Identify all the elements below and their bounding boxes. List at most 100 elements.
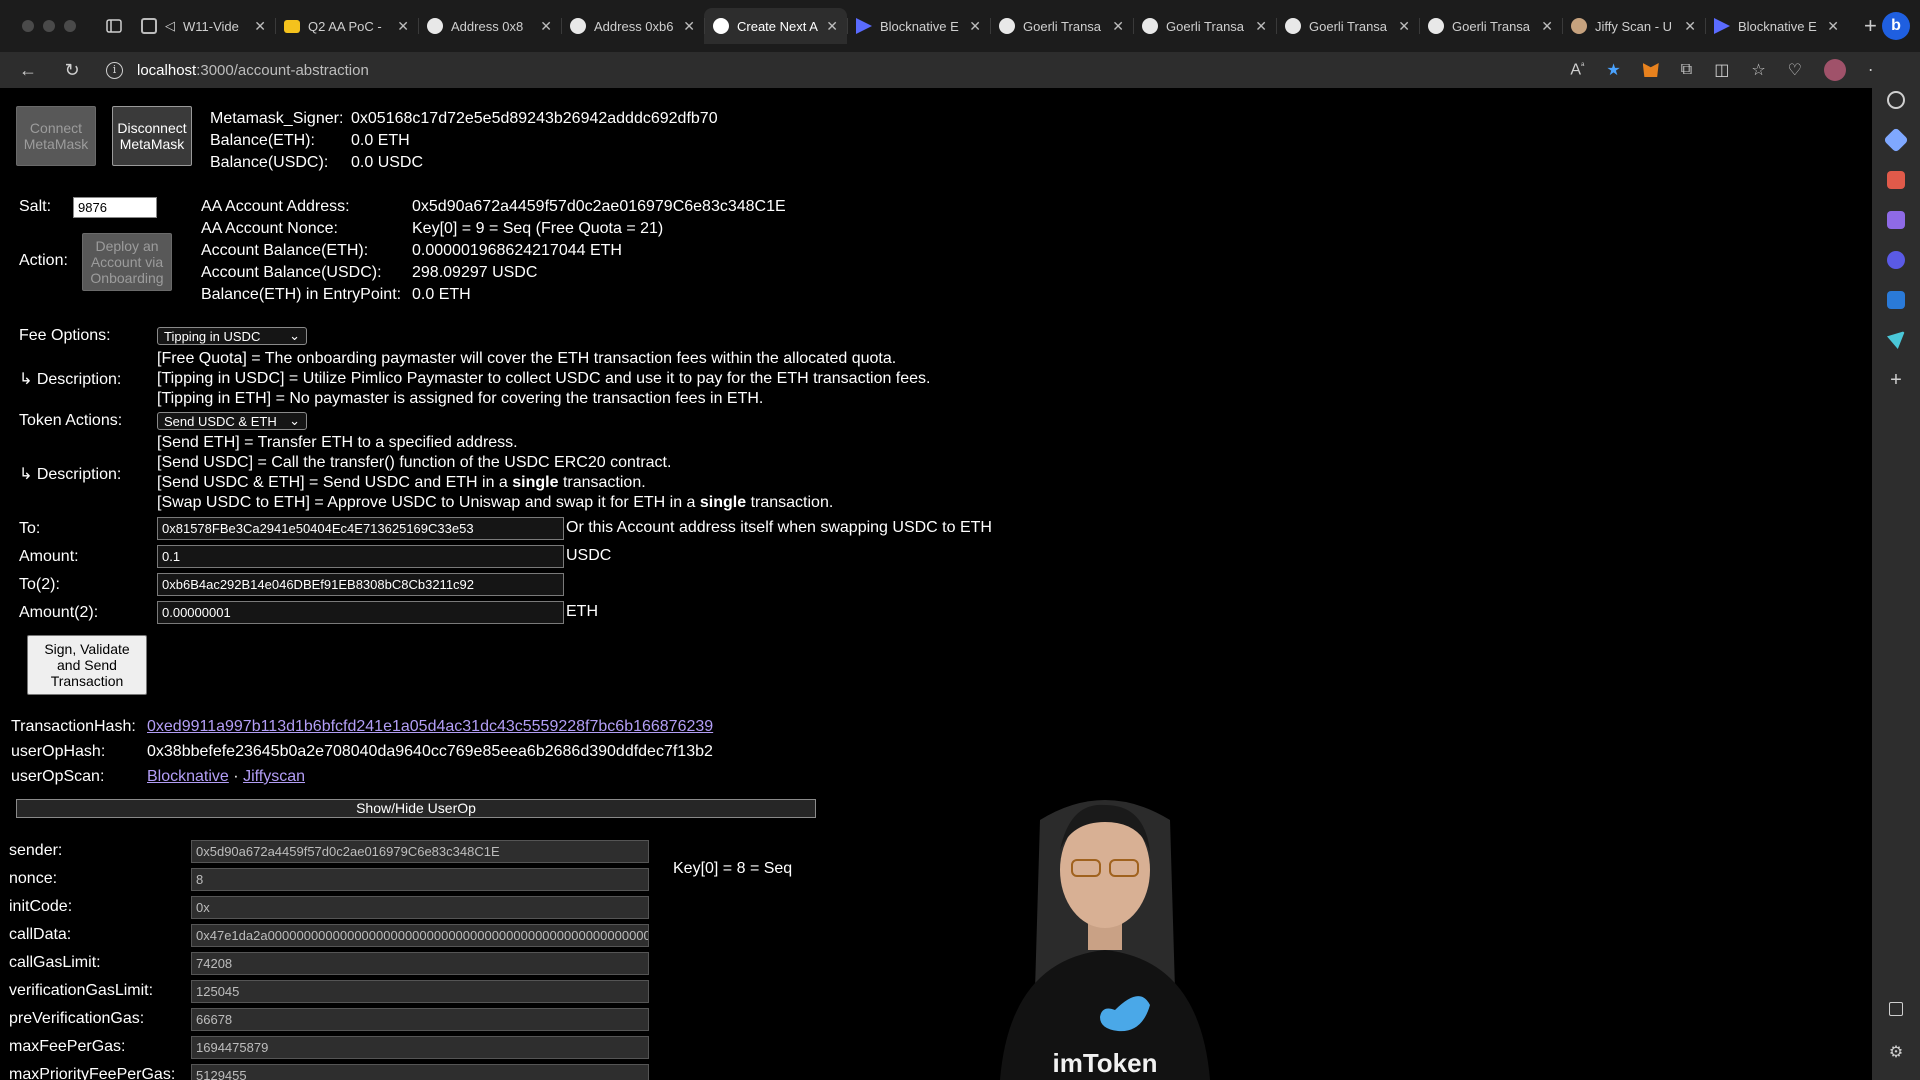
drop-icon[interactable] xyxy=(1887,331,1905,349)
link-separator: · xyxy=(233,768,239,785)
mute-icon[interactable]: ◁ xyxy=(165,18,175,34)
amount2-input[interactable]: 0.00000001 xyxy=(157,601,564,624)
send-transaction-button[interactable]: Sign, Validate and Send Transaction xyxy=(27,635,147,695)
userop-field-input[interactable]: 0x xyxy=(191,896,649,919)
browser-tab[interactable]: Goerli Transa ✕ xyxy=(1133,8,1276,44)
tab-title: Address 0xb6 xyxy=(594,18,674,34)
userop-field-input[interactable]: 0x5d90a672a4459f57d0c2ae016979C6e83c348C… xyxy=(191,840,649,863)
connect-metamask-button[interactable]: Connect MetaMask xyxy=(16,106,96,166)
jiffyscan-link[interactable]: Jiffyscan xyxy=(243,768,305,785)
browser-tab[interactable]: Address 0xb6 ✕ xyxy=(561,8,704,44)
tx-hash-label: TransactionHash: xyxy=(11,718,136,735)
userop-field-input[interactable]: 66678 xyxy=(191,1008,649,1031)
split-screen-icon[interactable]: ◫ xyxy=(1714,60,1729,80)
performance-icon[interactable]: ♡ xyxy=(1788,60,1802,80)
slides-tab-icon xyxy=(284,19,300,33)
userop-field-input[interactable]: 5129455 xyxy=(191,1064,649,1080)
favorite-star-icon[interactable]: ★ xyxy=(1606,60,1620,80)
reload-icon[interactable]: ↻ xyxy=(50,60,94,81)
userop-field-label: sender: xyxy=(9,842,63,859)
tab-title: Blocknative E xyxy=(1738,18,1817,34)
close-icon[interactable]: ✕ xyxy=(1684,18,1696,35)
tx-hash-link[interactable]: 0xed9911a997b113d1b6bfcfd241e1a05d4ac31d… xyxy=(147,718,713,736)
token-description-line: [Swap USDC to ETH] = Approve USDC to Uni… xyxy=(157,494,833,512)
close-icon[interactable]: ✕ xyxy=(969,18,981,35)
new-tab-icon[interactable]: + xyxy=(1848,13,1877,39)
close-icon[interactable]: ✕ xyxy=(1541,18,1553,35)
userop-scan-links: Blocknative · Jiffyscan xyxy=(147,768,305,786)
metamask-extension-icon[interactable] xyxy=(1642,63,1659,77)
close-icon[interactable]: ✕ xyxy=(826,18,838,35)
token-description-line: [Send USDC] = Call the transfer() functi… xyxy=(157,454,672,471)
outlook-icon[interactable] xyxy=(1887,291,1905,309)
userop-field-label: callGasLimit: xyxy=(9,954,101,971)
aa-address-value: 0x5d90a672a4459f57d0c2ae016979C6e83c348C… xyxy=(412,198,786,215)
userop-field-input[interactable]: 0x47e1da2a000000000000000000000000000000… xyxy=(191,924,649,947)
search-icon[interactable] xyxy=(1887,91,1905,109)
close-icon[interactable]: ✕ xyxy=(540,18,552,35)
userop-field-input[interactable]: 125045 xyxy=(191,980,649,1003)
action-label: Action: xyxy=(19,252,68,269)
close-icon[interactable]: ✕ xyxy=(254,18,266,35)
tab-title: Goerli Transa xyxy=(1309,18,1388,34)
close-icon[interactable]: ✕ xyxy=(1398,18,1410,35)
info-icon[interactable]: i xyxy=(106,61,123,79)
balance-eth-value: 0.0 ETH xyxy=(351,132,410,149)
amount-input[interactable]: 0.1 xyxy=(157,545,564,568)
window-controls[interactable] xyxy=(0,20,96,32)
office-icon[interactable] xyxy=(1887,251,1905,269)
browser-tab[interactable]: Address 0x8 ✕ xyxy=(418,8,561,44)
presenter-webcam: imToken xyxy=(980,760,1230,1080)
copilot-icon[interactable]: b xyxy=(1882,12,1910,40)
account-usdc-value: 298.09297 USDC xyxy=(412,264,538,281)
token-actions-select[interactable]: Send USDC & ETH ⌄ xyxy=(157,412,307,430)
read-aloud-icon[interactable]: Aᵃ xyxy=(1570,60,1584,79)
games-icon[interactable] xyxy=(1887,211,1905,229)
shopping-icon[interactable] xyxy=(1883,127,1909,153)
tools-icon[interactable] xyxy=(1887,171,1905,189)
profile-avatar[interactable] xyxy=(1824,59,1846,81)
close-icon[interactable]: ✕ xyxy=(397,18,409,35)
amount-label: Amount: xyxy=(19,548,79,565)
browser-tab-active[interactable]: Create Next A ✕ xyxy=(704,8,847,44)
balance-usdc-value: 0.0 USDC xyxy=(351,154,424,171)
close-icon[interactable]: ✕ xyxy=(1112,18,1124,35)
close-icon[interactable]: ✕ xyxy=(1827,18,1839,35)
browser-tab[interactable]: Goerli Transa ✕ xyxy=(990,8,1133,44)
to-address-input[interactable]: 0x81578FBe3Ca2941e50404Ec4E713625169C33e… xyxy=(157,517,564,540)
browser-tab[interactable]: Jiffy Scan - U ✕ xyxy=(1562,8,1705,44)
add-icon[interactable]: + xyxy=(1887,370,1905,390)
to2-address-input[interactable]: 0xb6B4ac292B14e046DBEf91EB8308bC8Cb3211c… xyxy=(157,573,564,596)
browser-tab[interactable]: Blocknative E ✕ xyxy=(1705,8,1848,44)
page-content: Connect MetaMask Disconnect MetaMask Met… xyxy=(0,88,1870,1080)
fee-options-select[interactable]: Tipping in USDC ⌄ xyxy=(157,327,307,345)
blocknative-link[interactable]: Blocknative xyxy=(147,768,229,785)
browser-tab[interactable]: Blocknative E ✕ xyxy=(847,8,990,44)
url-field[interactable]: i localhost:3000/account-abstraction xyxy=(106,61,369,79)
tab-title: Goerli Transa xyxy=(1023,18,1102,34)
amount2-label: Amount(2): xyxy=(19,604,99,621)
tab-actions-icon[interactable] xyxy=(96,18,132,34)
close-icon[interactable]: ✕ xyxy=(1255,18,1267,35)
favorites-icon[interactable]: ☆ xyxy=(1751,60,1765,80)
extensions-icon[interactable]: ⧉ xyxy=(1681,61,1692,79)
back-icon[interactable]: ← xyxy=(6,60,50,81)
close-icon[interactable]: ✕ xyxy=(683,18,695,35)
userop-field-input[interactable]: 8 xyxy=(191,868,649,891)
etherscan-tab-icon xyxy=(1428,18,1444,34)
toggle-userop-button[interactable]: Show/Hide UserOp xyxy=(16,799,816,818)
browser-tab[interactable]: ◁ W11-Vide ✕ xyxy=(132,8,275,44)
browser-tab[interactable]: Goerli Transa ✕ xyxy=(1276,8,1419,44)
browser-tab[interactable]: Q2 AA PoC - ✕ xyxy=(275,8,418,44)
userop-field-input[interactable]: 1694475879 xyxy=(191,1036,649,1059)
deploy-account-button[interactable]: Deploy an Account via Onboarding xyxy=(82,233,172,291)
salt-input[interactable]: 9876 xyxy=(73,197,157,218)
userop-field-input[interactable]: 74208 xyxy=(191,952,649,975)
fee-description-label: ↳ Description: xyxy=(19,371,122,388)
fee-description-line: [Tipping in ETH] = No paymaster is assig… xyxy=(157,390,764,407)
address-bar-row: ← ↻ i localhost:3000/account-abstraction… xyxy=(0,52,1920,88)
browser-tab[interactable]: Goerli Transa ✕ xyxy=(1419,8,1562,44)
disconnect-metamask-button[interactable]: Disconnect MetaMask xyxy=(112,106,192,166)
hide-sidebar-icon[interactable] xyxy=(1889,1002,1903,1016)
settings-gear-icon[interactable]: ⚙ xyxy=(1887,1042,1905,1061)
